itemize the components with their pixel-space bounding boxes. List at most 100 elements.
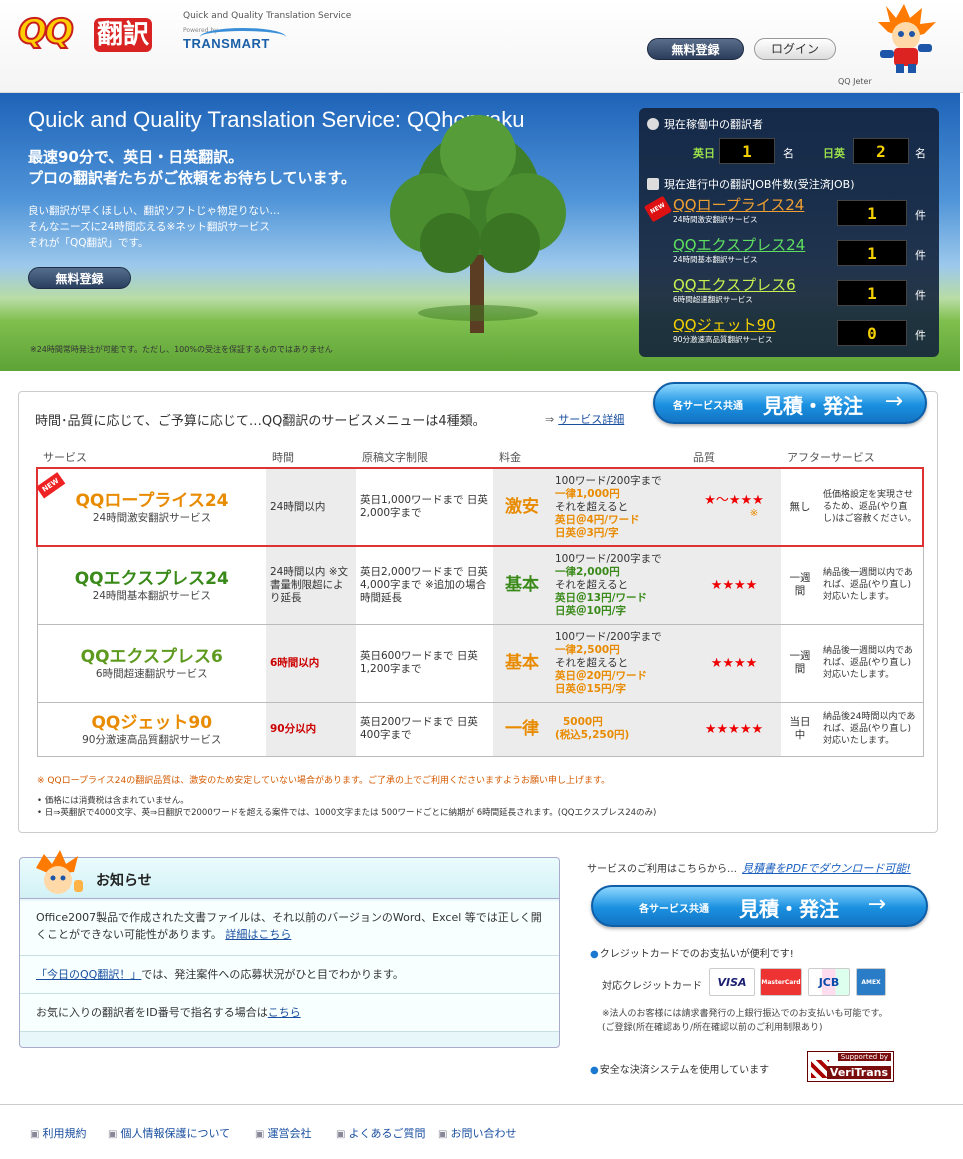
header-login-button[interactable]: ログイン [754, 38, 836, 60]
news-item-favorite: お気に入りの翻訳者をID番号で指名する場合はこちら [20, 994, 559, 1032]
quality-stars: ★★★★ [710, 655, 758, 671]
news-item-2-text: では、発注案件への応募状況がひと目でわかります。 [141, 968, 404, 981]
service-notes: • 価格には消費税は含まれていません。 • 日⇒英翻訳で4000文字、英⇒日翻訳… [37, 795, 656, 819]
download-intro: サービスのご利用はこちらから… [587, 864, 737, 875]
service-name-cell[interactable]: NEW QQロープライス24 24時間激安翻訳サービス [36, 467, 266, 547]
translator-status-panel: 現在稼働中の翻訳者 英日 1 名 日英 2 名 現在進行中の翻訳JOB件数(受注… [639, 108, 939, 357]
job-subtitle: 6時間超速翻訳サービス [673, 295, 753, 304]
site-header: QQ 翻訳 Quick and Quality Translation Serv… [0, 0, 963, 93]
price-line-2: 一律1,000円 [555, 487, 620, 500]
job-item[interactable]: QQジェット90 90分激速高品質翻訳サービス [673, 316, 776, 345]
service-subtitle: 90分激速高品質翻訳サービス [82, 733, 222, 746]
service-row: NEW QQロープライス24 24時間激安翻訳サービス 24時間以内 英日1,000ワー… [36, 467, 924, 547]
price-line-5: 日英＠10円/字 [555, 604, 626, 617]
price-line-5: 日英＠3円/字 [555, 526, 619, 539]
job-unit: 件 [915, 209, 926, 222]
price-line-1: 100ワード/200字まで [555, 474, 662, 487]
col-after-service: アフターサービス [787, 451, 875, 464]
footer-link-faq[interactable]: よくあるご質問 [336, 1125, 425, 1141]
service-subtitle: 24時間基本翻訳サービス [92, 589, 211, 602]
logo-honyaku-mark: 翻訳 [94, 18, 153, 52]
service-quality: ★～★★★ ※ [687, 467, 781, 547]
job-name[interactable]: QQエクスプレス6 [673, 276, 796, 294]
service-table-header: サービス 時間 原稿文字制限 料金 品質 アフターサービス [37, 447, 923, 468]
price-line-1: 100ワード/200字まで [555, 552, 662, 565]
site-footer: 利用規約 個人情報保護について 運営会社 よくあるご質問 お問い合わせ [0, 1104, 963, 1159]
footer-link-contact[interactable]: お問い合わせ [438, 1125, 516, 1141]
logo-qq-mark: QQ [17, 11, 75, 53]
news-item-2-link[interactable]: 「今日のQQ翻訳！」 [36, 968, 141, 981]
service-name-cell[interactable]: QQエクスプレス6 6時間超速翻訳サービス [36, 623, 266, 703]
job-subtitle: 90分激速高品質翻訳サービス [673, 335, 773, 344]
footer-link-terms[interactable]: 利用規約 [30, 1125, 86, 1141]
service-footnote: ※ QQロープライス24の翻訳品質は、激安のため安定していない場合があります。ご… [37, 776, 611, 786]
service-note-tax: • 価格には消費税は含まれていません。 [37, 796, 189, 806]
footer-link-privacy[interactable]: 個人情報保護について [108, 1125, 230, 1141]
price-line-1: 5000円 [563, 716, 603, 728]
service-price-detail: 100ワード/200字まで 一律1,000円 それを超えると 英日＠4円/ワード 日英＠… [551, 467, 687, 547]
job-name[interactable]: QQエクスプレス24 [673, 236, 805, 254]
service-after-note: 納品後一週間以内であれば、返品(やり直し)対応いたします。 [819, 545, 924, 625]
veritrans-badge[interactable]: Supported by VeriTrans [807, 1051, 894, 1082]
service-quality: ★★★★ [687, 623, 781, 703]
price-line-3: それを超えると [555, 500, 629, 513]
news-item-3-link[interactable]: こちら [268, 1006, 301, 1019]
estimate-order-button-top[interactable]: 各サービス共通 見積・発注 → [653, 382, 927, 424]
service-row: QQエクスプレス24 24時間基本翻訳サービス 24時間以内 ※文書量制限超により延… [36, 545, 924, 625]
service-limit: 英日2,000ワードまで 日英4,000字まで ※追加の場合時間延長 [356, 545, 493, 625]
job-count: 1 [837, 240, 907, 266]
arrow-right-icon: → [884, 389, 903, 414]
estimate-order-button-bottom[interactable]: 各サービス共通 見積・発注 → [591, 885, 928, 927]
hero-banner: Quick and Quality Translation Service: Q… [0, 93, 960, 371]
job-subtitle: 24時間基本翻訳サービス [673, 255, 758, 264]
service-name[interactable]: QQロープライス24 [42, 490, 262, 512]
news-header: お知らせ [20, 850, 559, 899]
hero-headline: 最速90分で、英日・日英翻訳。 プロの翻訳者たちがご依頼をお待ちしています。 [28, 147, 356, 189]
job-name[interactable]: QQジェット90 [673, 316, 776, 334]
credit-card-label: 対応クレジットカード [602, 981, 702, 992]
ja-en-label: 日英 [823, 147, 845, 160]
ja-en-unit: 名 [915, 147, 926, 160]
hero-body: 良い翻訳が早くほしい、翻訳ソフトじゃ物足りない… そんなニーズに24時間応える※… [28, 203, 280, 251]
tree-image [390, 115, 566, 333]
service-detail-link[interactable]: サービス詳細 [545, 411, 624, 427]
service-price-label: 基本 [493, 623, 551, 703]
service-subtitle: 6時間超速翻訳サービス [95, 667, 208, 680]
mascot-label: QQ Jeter [838, 77, 872, 86]
veritrans-name: VeriTrans [826, 1066, 891, 1079]
footer-link-company[interactable]: 運営会社 [255, 1125, 311, 1141]
header-register-button[interactable]: 無料登録 [647, 38, 744, 60]
news-item-3-text: お気に入りの翻訳者をID番号で指名する場合は [36, 1006, 268, 1019]
jobs-heading-text: 現在進行中の翻訳JOB件数(受注済JOB) [664, 178, 855, 191]
hero-register-button[interactable]: 無料登録 [28, 267, 131, 289]
job-name[interactable]: QQロープライス24 [673, 196, 804, 214]
service-time: 6時間以内 [266, 623, 356, 703]
col-service: サービス [43, 451, 87, 464]
service-name-cell[interactable]: QQエクスプレス24 24時間基本翻訳サービス [36, 545, 266, 625]
service-after: 無し [781, 467, 819, 547]
download-pdf-link[interactable]: 見積書をPDFでダウンロード可能! [742, 860, 911, 876]
service-quality: ★★★★★ [687, 701, 781, 757]
credit-card-heading: クレジットカードでのお支払いが便利です! [590, 945, 794, 960]
new-badge: NEW [643, 195, 673, 223]
service-name-cell[interactable]: QQジェット90 90分激速高品質翻訳サービス [36, 701, 266, 757]
job-item[interactable]: QQエクスプレス6 6時間超速翻訳サービス [673, 276, 796, 305]
translators-heading-text: 現在稼働中の翻訳者 [664, 118, 763, 131]
news-item-1-link[interactable]: 詳細はこちら [225, 928, 291, 941]
visa-card-icon: VISA [709, 968, 755, 996]
qq-honyaku-logo[interactable]: QQ 翻訳 [17, 8, 158, 60]
service-after-note: 低価格設定を実現させるため、返品(やり直し)はご容赦ください。 [819, 467, 924, 547]
credit-card-note-line1: ※法人のお客様には請求書発行の上銀行振込でのお支払いも可能です。 [602, 1009, 888, 1019]
news-title: お知らせ [96, 873, 152, 889]
document-icon [647, 178, 659, 190]
transmart-logo[interactable]: TRANSMART [183, 36, 270, 51]
news-panel: お知らせ Office2007製品で作成された文書ファイルは、それ以前のバージョ… [19, 850, 560, 1048]
service-table: サービス 時間 原稿文字制限 料金 品質 アフターサービス NEW QQロープライ… [36, 447, 924, 757]
service-name[interactable]: QQエクスプレス24 [42, 568, 263, 590]
mascot-thumbs-up-icon [36, 850, 83, 894]
job-item[interactable]: QQエクスプレス24 24時間基本翻訳サービス [673, 236, 805, 265]
job-item[interactable]: QQロープライス24 24時間激安翻訳サービス [673, 196, 804, 225]
service-name[interactable]: QQジェット90 [42, 712, 263, 734]
service-price-label: 一律 [493, 701, 551, 757]
service-name[interactable]: QQエクスプレス6 [42, 646, 263, 668]
